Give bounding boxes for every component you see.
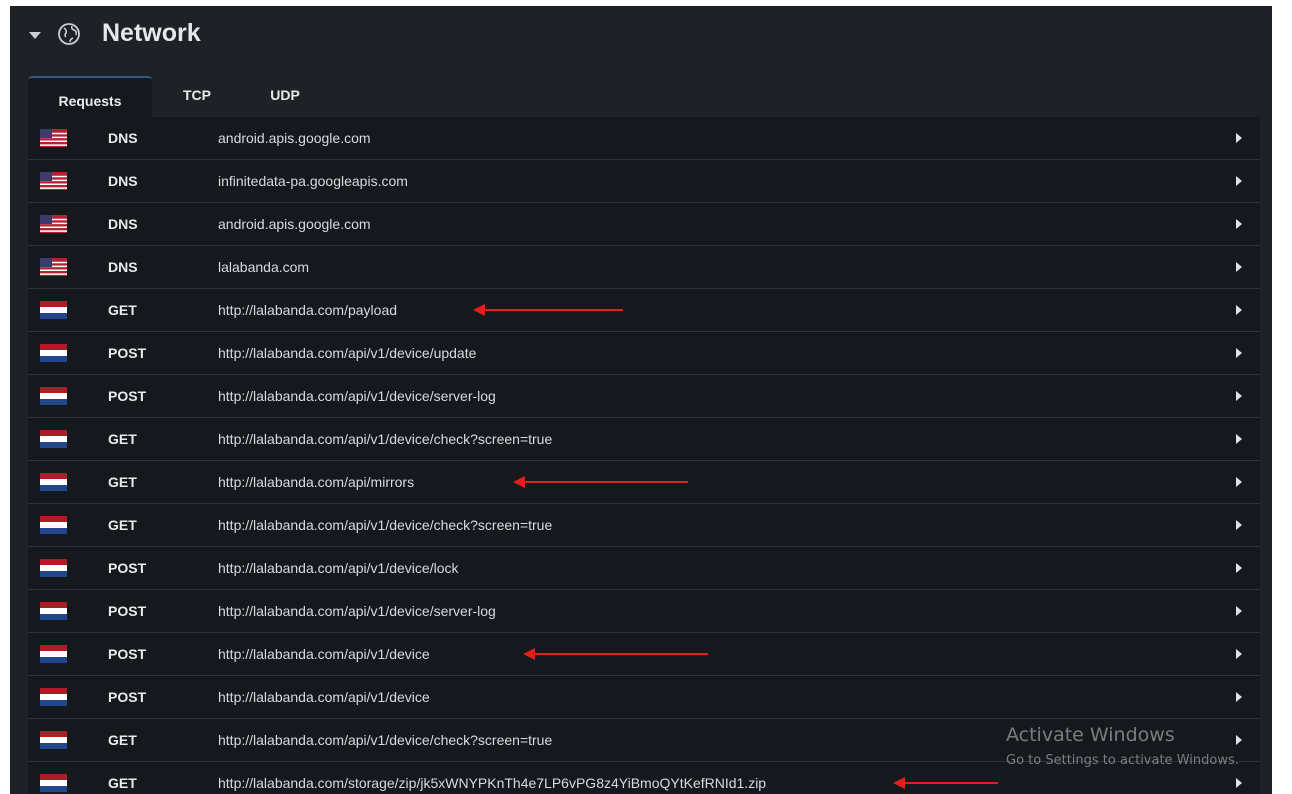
us-flag-icon — [40, 258, 67, 279]
request-method: POST — [108, 603, 147, 619]
watermark-title: Activate Windows — [1006, 724, 1175, 746]
request-method: GET — [108, 302, 137, 318]
request-url: http://lalabanda.com/api/v1/device/check… — [218, 732, 553, 748]
expand-arrow-icon[interactable] — [1236, 520, 1242, 530]
request-url: http://lalabanda.com/payload — [218, 302, 398, 318]
nl-flag-icon — [40, 645, 67, 663]
expand-arrow-icon[interactable] — [1236, 133, 1242, 143]
tab-udp[interactable]: UDP — [260, 76, 310, 116]
request-row[interactable]: DNS infinitedata-pa.googleapis.com — [28, 160, 1260, 203]
request-url: http://lalabanda.com/api/v1/device/lock — [218, 560, 459, 576]
expand-arrow-icon[interactable] — [1236, 391, 1242, 401]
request-row[interactable]: GET http://lalabanda.com/api/v1/device/ch… — [28, 418, 1260, 461]
request-url: http://lalabanda.com/storage/zip/jk5xWNY… — [218, 775, 767, 791]
section-title: Network — [102, 19, 201, 47]
expand-arrow-icon[interactable] — [1236, 563, 1242, 573]
expand-arrow-icon[interactable] — [1236, 348, 1242, 358]
request-method: GET — [108, 431, 137, 447]
us-flag-icon — [40, 215, 67, 236]
request-method: GET — [108, 517, 137, 533]
expand-arrow-icon[interactable] — [1236, 606, 1242, 616]
nl-flag-icon — [40, 774, 67, 792]
expand-arrow-icon[interactable] — [1236, 262, 1242, 272]
request-row[interactable]: POST http://lalabanda.com/api/v1/device/s… — [28, 590, 1260, 633]
request-url: http://lalabanda.com/api/v1/device/check… — [218, 517, 553, 533]
expand-arrow-icon[interactable] — [1236, 434, 1242, 444]
request-row[interactable]: POST http://lalabanda.com/api/v1/device/l… — [28, 547, 1260, 590]
expand-arrow-icon[interactable] — [1236, 778, 1242, 788]
request-method: POST — [108, 646, 147, 662]
request-row[interactable]: POST http://lalabanda.com/api/v1/device/u… — [28, 332, 1260, 375]
tab-tcp[interactable]: TCP — [172, 76, 222, 116]
request-row[interactable]: DNS android.apis.google.com — [28, 203, 1260, 246]
nl-flag-icon — [40, 430, 67, 448]
request-url: lalabanda.com — [218, 259, 310, 275]
nl-flag-icon — [40, 344, 67, 362]
request-row[interactable]: DNS lalabanda.com — [28, 246, 1260, 289]
nl-flag-icon — [40, 516, 67, 534]
request-row[interactable]: POST http://lalabanda.com/api/v1/device — [28, 676, 1260, 719]
request-method: DNS — [108, 173, 138, 189]
tab-bar: Requests TCP UDP — [28, 76, 1258, 118]
expand-arrow-icon[interactable] — [1236, 305, 1242, 315]
request-url: http://lalabanda.com/api/v1/device/serve… — [218, 388, 496, 404]
expand-arrow-icon[interactable] — [1236, 477, 1242, 487]
request-row[interactable]: GET http://lalabanda.com/api/mirrors — [28, 461, 1260, 504]
us-flag-icon — [40, 129, 67, 150]
request-row[interactable]: POST http://lalabanda.com/api/v1/device — [28, 633, 1260, 676]
nl-flag-icon — [40, 473, 67, 491]
expand-arrow-icon[interactable] — [1236, 219, 1242, 229]
request-method: DNS — [108, 259, 138, 275]
request-row[interactable]: GET http://lalabanda.com/payload — [28, 289, 1260, 332]
nl-flag-icon — [40, 688, 67, 706]
request-url: http://lalabanda.com/api/v1/device/check… — [218, 431, 553, 447]
request-method: POST — [108, 560, 147, 576]
collapse-caret-icon[interactable] — [29, 32, 41, 39]
nl-flag-icon — [40, 602, 67, 620]
annotation-arrow — [893, 777, 998, 789]
annotation-arrow — [473, 304, 623, 316]
request-method: POST — [108, 689, 147, 705]
nl-flag-icon — [40, 301, 67, 319]
request-url: infinitedata-pa.googleapis.com — [218, 173, 408, 189]
request-url: http://lalabanda.com/api/v1/device/updat… — [218, 345, 477, 361]
us-flag-icon — [40, 172, 67, 193]
request-method: GET — [108, 775, 137, 791]
request-method: GET — [108, 474, 137, 490]
request-row[interactable]: POST http://lalabanda.com/api/v1/device/s… — [28, 375, 1260, 418]
request-method: POST — [108, 388, 147, 404]
expand-arrow-icon[interactable] — [1236, 649, 1242, 659]
request-method: GET — [108, 732, 137, 748]
globe-icon — [58, 23, 80, 45]
request-row[interactable]: GET http://lalabanda.com/api/v1/device/ch… — [28, 504, 1260, 547]
request-method: POST — [108, 345, 147, 361]
request-url: http://lalabanda.com/api/v1/device — [218, 646, 430, 662]
nl-flag-icon — [40, 387, 67, 405]
expand-arrow-icon[interactable] — [1236, 176, 1242, 186]
expand-arrow-icon[interactable] — [1236, 692, 1242, 702]
annotation-arrow — [523, 648, 708, 660]
request-url: http://lalabanda.com/api/v1/device — [218, 689, 430, 705]
request-method: DNS — [108, 130, 138, 146]
activate-windows-watermark: Activate Windows Go to Settings to activ… — [1006, 724, 1239, 768]
request-url: http://lalabanda.com/api/v1/device/serve… — [218, 603, 496, 619]
request-list: DNS android.apis.google.com DNS infinitedat… — [28, 117, 1260, 794]
annotation-arrow — [513, 476, 688, 488]
request-method: DNS — [108, 216, 138, 232]
tab-requests[interactable]: Requests — [28, 76, 152, 118]
watermark-subtitle: Go to Settings to activate Windows. — [1006, 753, 1239, 768]
request-url: android.apis.google.com — [218, 130, 371, 146]
network-panel: Network Requests TCP UDP DNS android.apis… — [10, 6, 1272, 794]
nl-flag-icon — [40, 559, 67, 577]
request-url: http://lalabanda.com/api/mirrors — [218, 474, 415, 490]
nl-flag-icon — [40, 731, 67, 749]
network-header[interactable]: Network — [10, 6, 1272, 62]
request-url: android.apis.google.com — [218, 216, 371, 232]
request-row[interactable]: DNS android.apis.google.com — [28, 117, 1260, 160]
